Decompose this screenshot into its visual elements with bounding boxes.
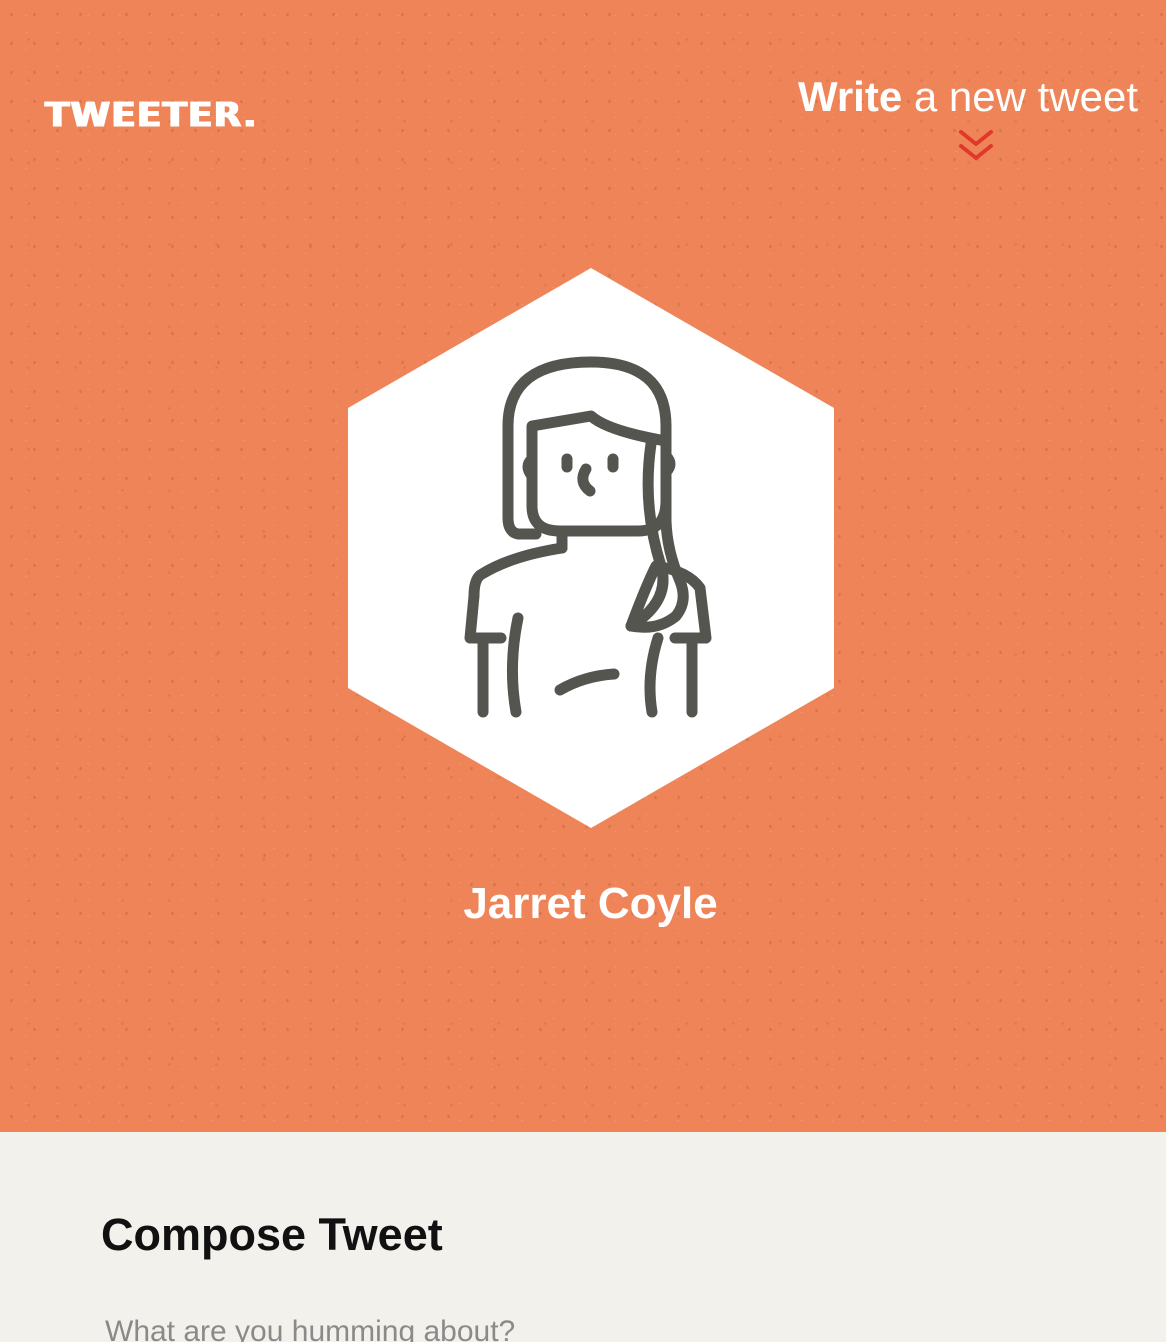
app-logo[interactable]: TWEETER.: [45, 98, 258, 133]
profile-name: Jarret Coyle: [463, 879, 718, 928]
double-chevron-down-icon[interactable]: [958, 128, 994, 164]
write-link-rest: a new tweet: [913, 73, 1138, 120]
profile-hero: TWEETER. Write a new tweet Jarret Coyle: [0, 0, 1166, 1132]
compose-section: Compose Tweet: [0, 1132, 1166, 1342]
tweet-input[interactable]: [101, 1302, 1069, 1342]
page: TWEETER. Write a new tweet Jarret Coyle …: [0, 0, 1166, 1342]
write-link-strong: Write: [797, 73, 903, 120]
user-avatar-icon: [348, 268, 834, 828]
avatar: [346, 266, 836, 830]
compose-title: Compose Tweet: [101, 1209, 443, 1260]
write-new-tweet-link[interactable]: Write a new tweet: [797, 73, 1138, 120]
